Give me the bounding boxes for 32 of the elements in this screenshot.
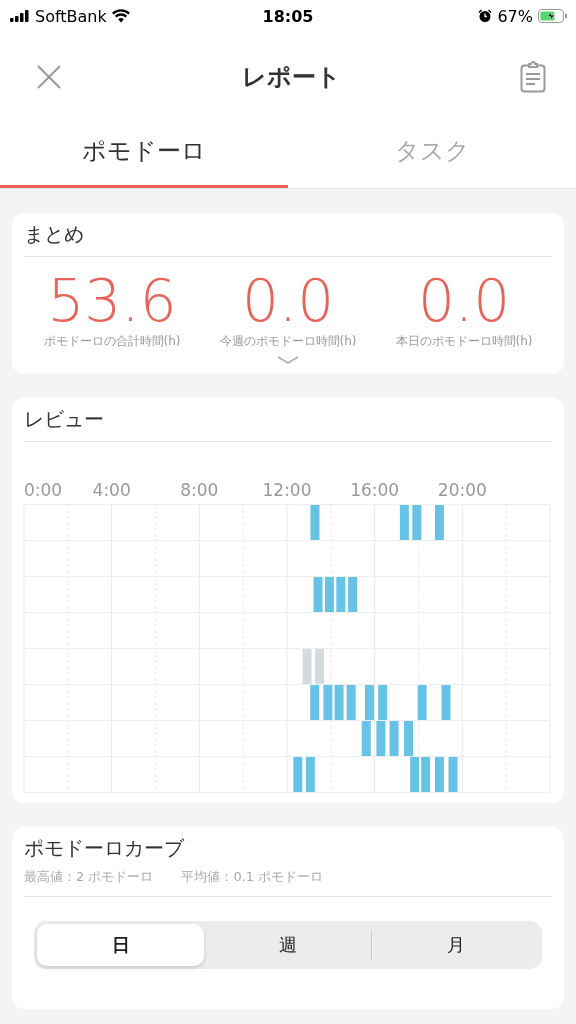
- chevron-down-icon[interactable]: [277, 356, 299, 364]
- stat-value: 0.0: [417, 269, 511, 333]
- close-button[interactable]: [36, 64, 62, 90]
- stat-label: ポモドーロの合計時間(h): [43, 333, 181, 350]
- segment-button[interactable]: 週: [204, 924, 371, 966]
- carrier: SoftBank: [35, 6, 107, 26]
- stat-text: 平均値：0.1 ポモドーロ: [181, 868, 324, 886]
- axis-label: 20:00: [437, 480, 487, 500]
- signal-icon: [10, 10, 30, 22]
- axis-label: 8:00: [180, 480, 219, 500]
- axis-label: 12:00: [262, 480, 312, 500]
- stat-label: 今週のポモドーロ時間(h): [219, 333, 357, 350]
- clipboard-button[interactable]: [520, 61, 546, 93]
- clock-time: 18:05: [262, 6, 314, 26]
- wifi-icon: [111, 9, 130, 23]
- page-title: レポート: [241, 62, 341, 93]
- tab[interactable]: ポモドーロ: [0, 122, 288, 188]
- battery-percent: 67%: [497, 6, 533, 26]
- stat-text: 最高値：2 ポモドーロ: [24, 868, 154, 886]
- stat-value: 53.6: [47, 269, 177, 333]
- axis-label: 4:00: [92, 480, 131, 500]
- stat-label: 本日のポモドーロ時間(h): [395, 333, 533, 350]
- section-title: レビュー: [24, 406, 552, 442]
- battery-icon: [538, 9, 568, 23]
- alarm-icon: [478, 9, 493, 23]
- axis-label: 16:00: [350, 480, 400, 500]
- section-title: まとめ: [24, 221, 552, 257]
- stat-value: 0.0: [241, 269, 335, 333]
- axis-label: 0:00: [24, 480, 63, 500]
- segment-button[interactable]: 月: [371, 930, 539, 960]
- section-title: ポモドーロカーブ: [24, 835, 185, 862]
- segment-button[interactable]: 日: [37, 924, 204, 966]
